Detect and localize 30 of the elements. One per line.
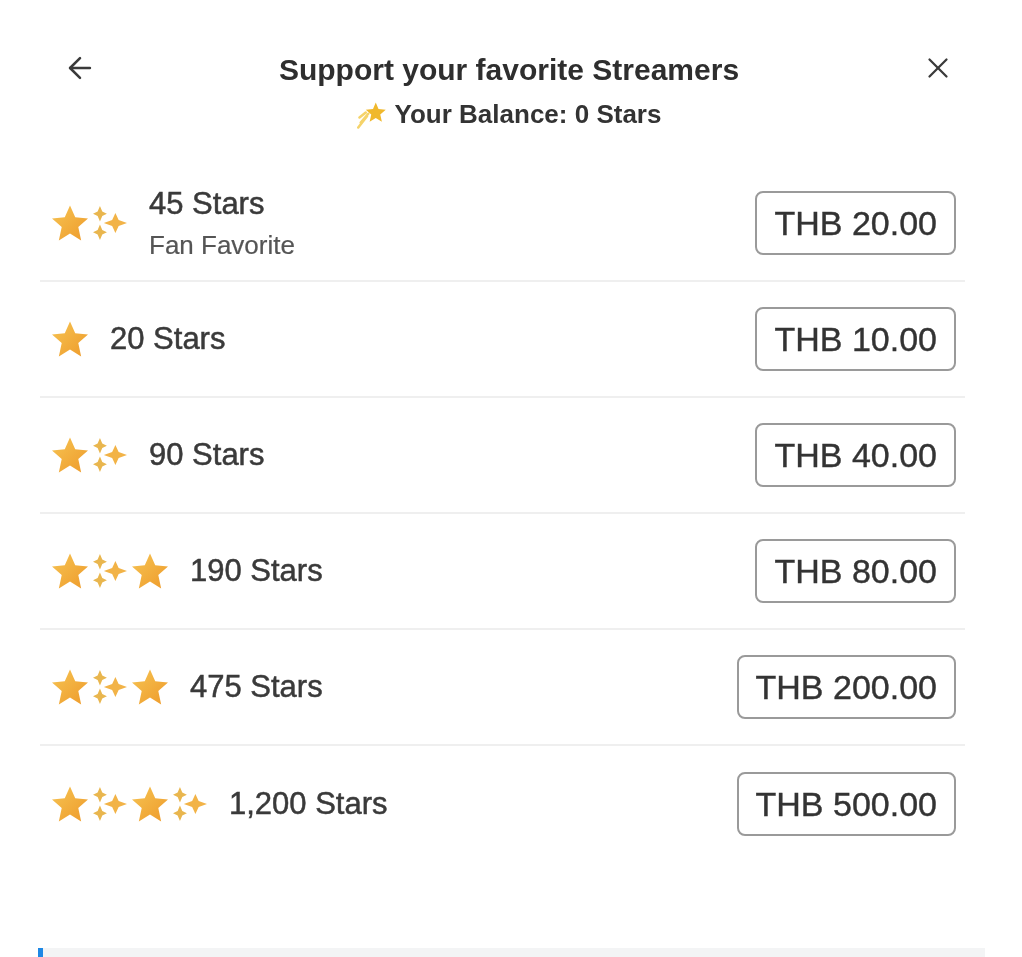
package-label: 1,200 Stars [229, 786, 389, 822]
sparkle-icon [93, 438, 127, 472]
star-icon [52, 553, 88, 589]
price-button[interactable]: THB 500.00 [736, 772, 956, 836]
package-label: 475 Stars [190, 669, 324, 705]
package-label: 20 Stars [110, 321, 227, 357]
package-label: 190 Stars [190, 553, 324, 589]
sparkle-icon [93, 554, 127, 588]
sparkle-icon [93, 787, 127, 821]
price-button[interactable]: THB 40.00 [755, 423, 956, 487]
star-icon [52, 205, 88, 241]
price-button[interactable]: THB 20.00 [755, 191, 956, 255]
page-title: Support your favorite Streamers [278, 53, 740, 87]
star-icon [132, 669, 168, 705]
star-icon [132, 553, 168, 589]
price-button[interactable]: THB 200.00 [736, 655, 956, 719]
sparkle-icon [93, 206, 127, 240]
package-subtitle: Fan Favorite [149, 229, 296, 261]
package-label: 45 Stars [149, 185, 266, 222]
star-icon [52, 786, 88, 822]
price-button[interactable]: THB 10.00 [755, 307, 956, 371]
package-label: 90 Stars [149, 437, 266, 473]
star-icon [52, 437, 88, 473]
price-button[interactable]: THB 80.00 [755, 539, 956, 603]
balance-text: Your Balance: 0 Stars [394, 99, 662, 130]
sparkle-icon [93, 670, 127, 704]
star-icon [132, 786, 168, 822]
star-icon [52, 669, 88, 705]
star-icon [52, 321, 88, 357]
sparkle-icon [173, 787, 207, 821]
